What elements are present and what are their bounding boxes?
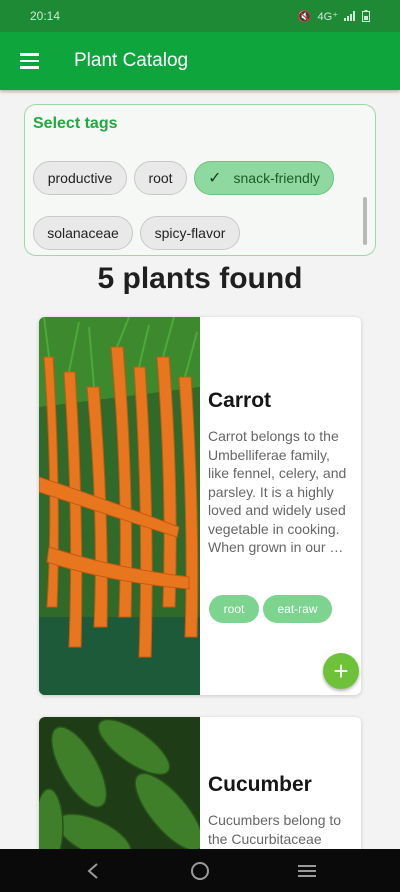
mute-icon: 🔇: [297, 10, 312, 23]
carrot-photo: [39, 317, 200, 695]
add-plant-button[interactable]: +: [323, 653, 359, 689]
tags-scrollbar[interactable]: [363, 197, 367, 245]
status-icons: 🔇 4G⁺: [298, 10, 370, 23]
home-icon[interactable]: [184, 855, 216, 887]
plant-card-carrot[interactable]: Carrot Carrot belongs to the Umbellifera…: [39, 317, 361, 695]
results-count: 5 plants found: [97, 262, 303, 295]
network-label: 4G⁺: [317, 10, 338, 23]
tag-chip-spicy-flavor[interactable]: spicy-flavor: [140, 216, 240, 250]
back-icon[interactable]: [77, 855, 109, 887]
status-time: 20:14: [30, 9, 61, 23]
tag-chip-root[interactable]: root: [134, 161, 187, 195]
recents-menu-icon[interactable]: [291, 855, 323, 887]
chip-label: productive: [47, 170, 113, 186]
app-bar: Plant Catalog: [0, 32, 400, 90]
check-icon: ✓: [208, 170, 222, 187]
tag-chip-solanaceae[interactable]: solanaceae: [33, 216, 133, 250]
plant-description: Carrot belongs to the Umbelliferae famil…: [208, 428, 347, 555]
status-bar: 20:14 🔇 4G⁺: [0, 0, 400, 32]
plant-name: Cucumber: [208, 773, 312, 796]
plant-description: Cucumbers belong to the Cucurbitaceae: [208, 812, 342, 847]
chip-label: solanaceae: [47, 225, 119, 241]
chip-label: root: [148, 170, 173, 186]
chip-label: spicy-flavor: [154, 225, 226, 241]
tag-selector: Select tags productive root ✓ snack-frie…: [24, 104, 376, 256]
battery-icon: [362, 10, 370, 22]
plant-name: Carrot: [208, 389, 272, 412]
chip-label: snack-friendly: [233, 170, 320, 186]
signal-icon: [344, 11, 355, 21]
plant-tag-eat-raw[interactable]: eat-raw: [263, 595, 332, 623]
plus-icon: +: [333, 655, 349, 686]
app-title: Plant Catalog: [74, 50, 189, 71]
system-nav-bar: [0, 849, 400, 892]
plant-tag-root[interactable]: root: [209, 595, 259, 623]
tag-chip-productive[interactable]: productive: [33, 161, 127, 195]
tag-chip-snack-friendly[interactable]: ✓ snack-friendly: [194, 161, 334, 195]
tags-title: Select tags: [33, 115, 118, 132]
hamburger-menu-icon[interactable]: [0, 32, 58, 90]
